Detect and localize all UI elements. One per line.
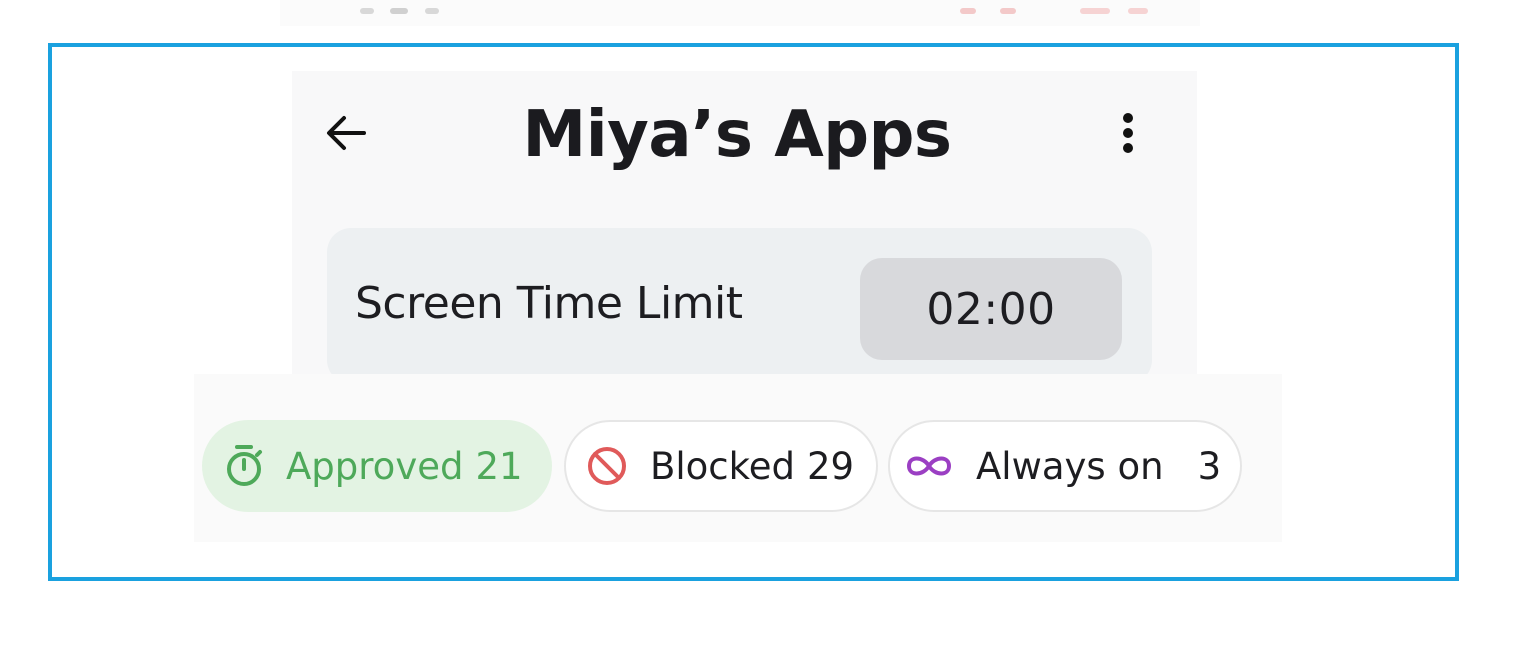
screen-time-limit-label: Screen Time Limit (355, 278, 743, 329)
arrow-left-icon (327, 116, 366, 150)
cropped-mark (1080, 8, 1110, 14)
back-button[interactable] (320, 111, 372, 155)
cropped-mark (1128, 8, 1148, 14)
screen-time-limit-card: Screen Time Limit 02:00 (327, 228, 1152, 384)
filter-chip-approved[interactable]: Approved 21 (202, 420, 552, 512)
more-vertical-icon (1123, 113, 1133, 153)
filter-chip-label: Always on (976, 444, 1164, 488)
filter-chip-label: Blocked (650, 444, 796, 488)
blocked-icon (586, 445, 628, 487)
infinity-icon (904, 452, 954, 480)
cropped-mark (425, 8, 439, 14)
cropped-mark (960, 8, 976, 14)
filter-chip-blocked[interactable]: Blocked 29 (564, 420, 878, 512)
more-options-button[interactable] (1104, 107, 1152, 159)
cropped-mark (390, 8, 408, 14)
cropped-previous-screen (280, 0, 1200, 26)
filter-chip-count: 3 (1197, 444, 1222, 488)
highlight-frame: Miya’s Apps Screen Time Limit 02:00 Appr… (48, 43, 1459, 581)
cropped-mark (1000, 8, 1016, 14)
page-title: Miya’s Apps (522, 98, 952, 172)
cropped-mark (360, 8, 374, 14)
filter-chip-count: 29 (807, 444, 855, 488)
screen-time-limit-value[interactable]: 02:00 (860, 258, 1122, 360)
timer-icon (224, 444, 264, 488)
filter-chip-label: Approved (286, 444, 464, 488)
filter-chip-count: 21 (475, 444, 523, 488)
filter-chip-always-on[interactable]: Always on 3 (888, 420, 1242, 512)
